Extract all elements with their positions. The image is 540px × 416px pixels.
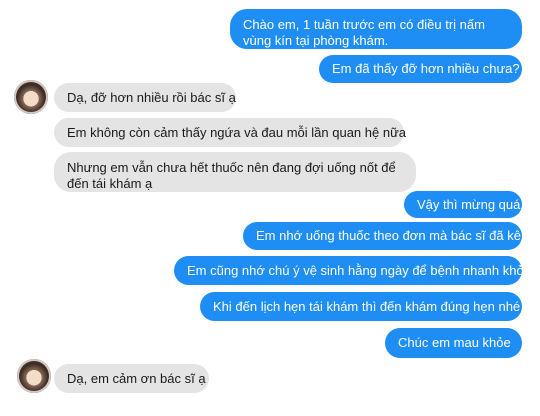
outgoing-message: Vậy thì mừng quá	[404, 191, 522, 218]
outgoing-message: Em nhớ uống thuốc theo đơn mà bác sĩ đã …	[243, 222, 522, 250]
outgoing-message: Chúc em mau khỏe	[385, 328, 522, 358]
patient-avatar	[14, 80, 48, 114]
outgoing-message: Em đã thấy đỡ hơn nhiều chưa?	[319, 55, 522, 83]
incoming-message: Dạ, em cảm ơn bác sĩ ạ	[54, 364, 209, 393]
outgoing-message: Em cũng nhớ chú ý vệ sinh hằng ngày để b…	[174, 256, 527, 285]
outgoing-message: Chào em, 1 tuần trước em có điều trị nấm…	[230, 9, 522, 49]
outgoing-message: Khi đến lịch hẹn tái khám thì đến khám đ…	[200, 292, 522, 321]
incoming-message: Em không còn cảm thấy ngứa và đau mỗi lầ…	[54, 118, 406, 147]
incoming-message: Nhưng em vẫn chưa hết thuốc nên đang đợi…	[54, 152, 416, 192]
incoming-message: Dạ, đỡ hơn nhiều rồi bác sĩ ạ	[54, 83, 236, 112]
patient-avatar	[17, 359, 51, 393]
